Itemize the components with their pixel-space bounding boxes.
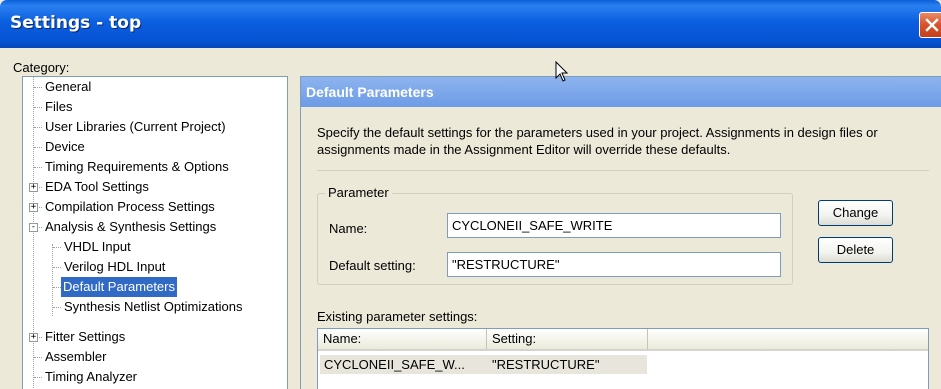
tree-item-timing-analyzer[interactable]: Timing Analyzer [43, 367, 139, 387]
tree-item-device[interactable]: Device [43, 137, 87, 157]
tree-item-default-parameters[interactable]: Default Parameters [61, 277, 177, 297]
tree-item-analysis-synthesis[interactable]: Analysis & Synthesis Settings [43, 217, 218, 237]
panel-description: Specify the default settings for the par… [317, 125, 878, 157]
settings-panel: Default Parameters Specify the default s… [300, 76, 941, 389]
expand-icon[interactable]: + [29, 203, 38, 212]
tree-connector [39, 187, 42, 188]
change-button[interactable]: Change [818, 200, 893, 226]
list-header: Name: Setting: [318, 329, 928, 351]
expand-icon[interactable]: + [29, 183, 38, 192]
panel-header: Default Parameters [301, 77, 941, 107]
tree-item-eda-tool-settings[interactable]: EDA Tool Settings [43, 177, 151, 197]
panel-title: Default Parameters [306, 84, 434, 100]
tree-connector [34, 87, 42, 88]
category-label: Category: [13, 60, 70, 75]
tree-connector [34, 107, 42, 108]
tree-connector [53, 247, 61, 248]
tree-child-line [52, 244, 53, 316]
existing-parameters-label: Existing parameter settings: [317, 309, 478, 324]
separator [317, 170, 929, 171]
collapse-icon[interactable]: - [29, 223, 38, 232]
tree-connector [39, 227, 42, 228]
tree-connector [34, 127, 42, 128]
tree-connector [34, 377, 42, 378]
name-input[interactable]: CYCLONEII_SAFE_WRITE [447, 213, 781, 238]
tree-item-timing-requirements[interactable]: Timing Requirements & Options [43, 157, 231, 177]
tree-connector [39, 207, 42, 208]
tree-connector [39, 337, 42, 338]
title-bar: Settings - top [0, 0, 941, 48]
column-header-setting[interactable]: Setting: [487, 329, 648, 349]
row-setting-cell[interactable]: "RESTRUCTURE" [492, 355, 599, 374]
expand-icon[interactable]: + [29, 333, 38, 342]
tree-connector [53, 267, 61, 268]
name-label: Name: [329, 221, 368, 236]
row-name-cell[interactable]: CYCLONEII_SAFE_W... [324, 355, 465, 374]
default-setting-label: Default setting: [329, 258, 416, 273]
tree-item-vhdl-input[interactable]: VHDL Input [62, 237, 133, 257]
tree-item-compilation-process[interactable]: Compilation Process Settings [43, 197, 217, 217]
tree-trunk-line [33, 77, 34, 389]
tree-connector [53, 307, 61, 308]
window-title: Settings - top [10, 13, 142, 33]
tree-connector [53, 287, 61, 288]
tree-connector [34, 147, 42, 148]
tree-item-assembler[interactable]: Assembler [43, 347, 108, 367]
tree-item-synthesis-netlist[interactable]: Synthesis Netlist Optimizations [62, 297, 244, 317]
tree-connector [34, 167, 42, 168]
existing-parameters-list[interactable]: Name: Setting: CYCLONEII_SAFE_W... "REST… [317, 328, 929, 389]
parameter-group-label: Parameter [325, 185, 392, 200]
default-setting-input[interactable]: "RESTRUCTURE" [447, 252, 781, 277]
category-tree[interactable]: General Files User Libraries (Current Pr… [22, 76, 288, 389]
close-button[interactable] [919, 12, 941, 38]
tree-item-files[interactable]: Files [43, 97, 74, 117]
tree-item-user-libraries[interactable]: User Libraries (Current Project) [43, 117, 228, 137]
close-icon [925, 18, 939, 32]
mouse-cursor-icon [555, 61, 569, 82]
delete-button[interactable]: Delete [818, 237, 893, 263]
tree-item-verilog-input[interactable]: Verilog HDL Input [62, 257, 167, 277]
tree-connector [34, 357, 42, 358]
tree-item-general[interactable]: General [43, 77, 93, 97]
column-header-name[interactable]: Name: [318, 329, 487, 349]
tree-item-fitter-settings[interactable]: Fitter Settings [43, 327, 127, 347]
